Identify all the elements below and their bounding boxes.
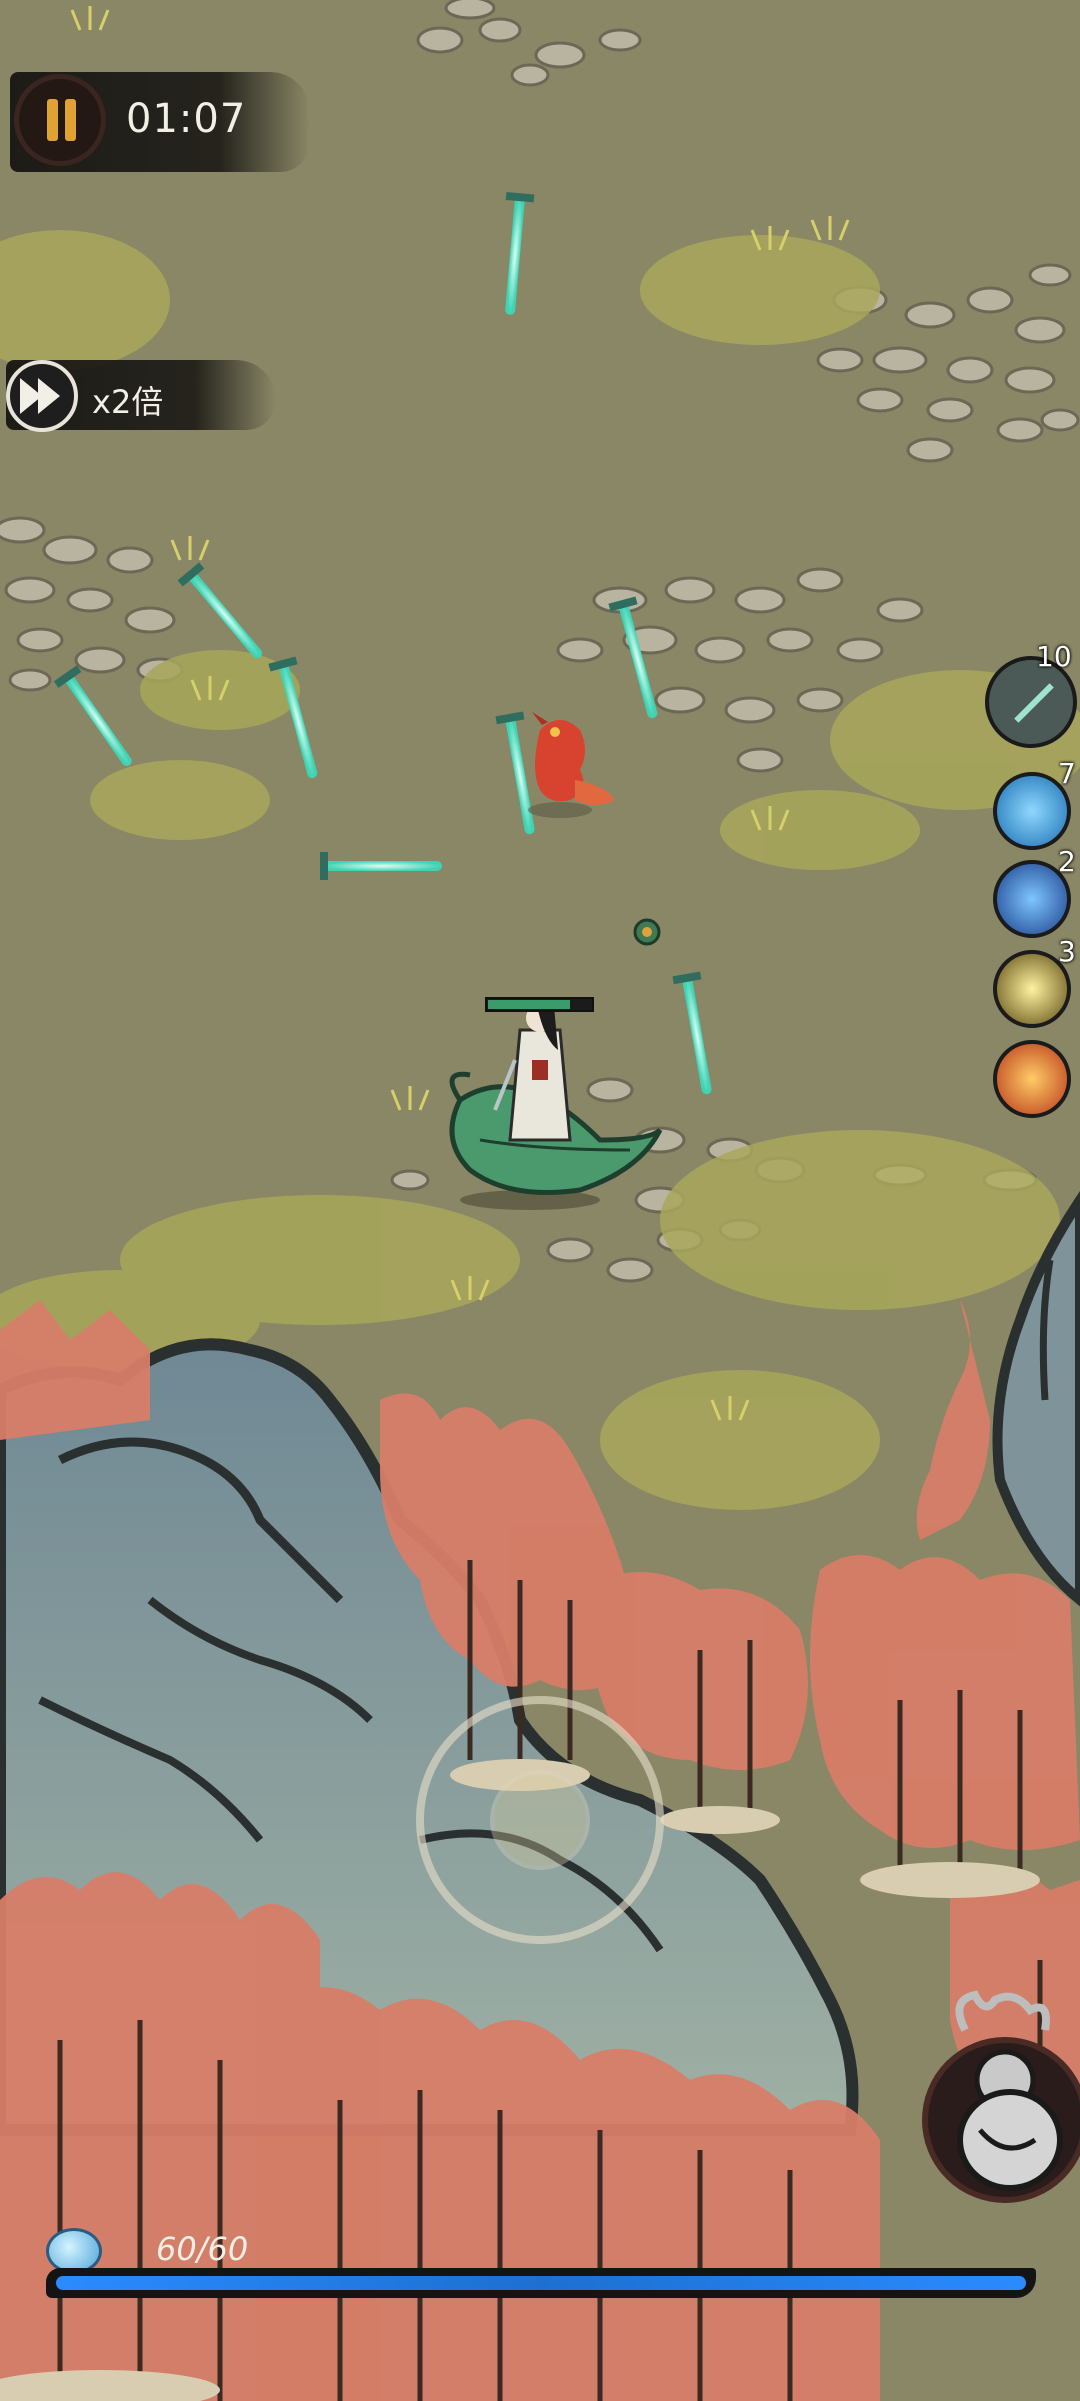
player-health-bar [485,997,594,1012]
fast-forward-icon-2 [38,378,60,414]
hp-text: 60/60 [156,2230,249,2268]
green-turtle-enemy [633,918,661,946]
pause-button[interactable] [14,74,106,166]
timer-text: 01:07 [126,96,247,142]
sword-skill-count: 10 [1036,640,1072,673]
pause-icon [47,99,58,141]
fire-meteor-skill-icon [993,1040,1071,1118]
xp-bar-fill [56,2276,1026,2290]
water-wave-skill-count: 7 [1058,757,1076,790]
lightning-skill-count: 3 [1058,935,1076,968]
pause-icon-bar [65,99,76,141]
xp-bar-frame [46,2268,1036,2298]
ice-shard-skill-count: 2 [1058,845,1076,878]
speed-toggle-button[interactable] [6,360,78,432]
speed-label: x2倍 [92,383,164,421]
